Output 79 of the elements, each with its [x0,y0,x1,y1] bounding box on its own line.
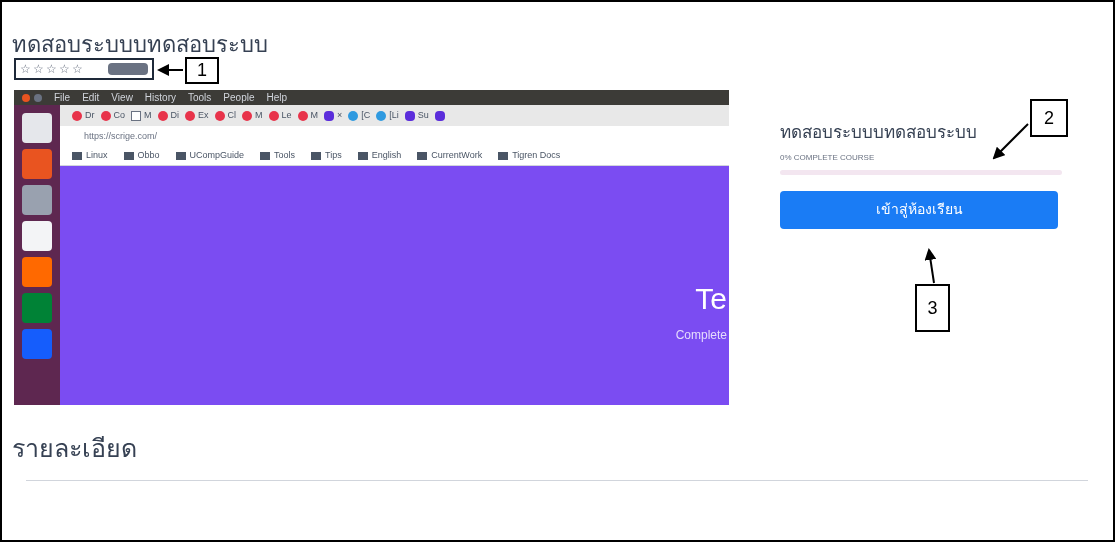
app-icon[interactable] [22,221,52,251]
bookmark[interactable]: English [371,149,402,163]
menu-item[interactable]: File [54,90,71,105]
menu-item[interactable]: People [223,90,255,105]
app-icon[interactable] [22,149,52,179]
tab-icon [100,110,111,121]
browser-tab[interactable]: [C [361,108,371,123]
tab-icon [434,110,445,121]
minimize-icon[interactable] [34,93,42,102]
app-icon[interactable] [22,293,52,323]
callout-arrow [924,248,937,284]
app-icon[interactable] [22,329,52,359]
star-icon: ☆ [46,60,57,78]
browser-tab[interactable]: Cl [227,108,237,123]
bookmark[interactable]: Tools [274,149,296,163]
browser-tab[interactable]: M [144,108,152,123]
bookmark[interactable]: Linux [86,149,108,163]
tab-icon [268,110,279,121]
menu-item[interactable]: View [111,90,133,105]
close-icon[interactable] [22,93,30,102]
star-icon: ☆ [72,60,83,78]
app-icon[interactable] [22,185,52,215]
bookmark[interactable]: Obbo [137,149,160,163]
callout-number: 3 [915,284,950,332]
folder-icon [311,152,322,160]
folder-icon [498,152,509,160]
enter-classroom-button[interactable]: เข้าสู่ห้องเรียน [780,190,1058,229]
browser-tab[interactable]: [Li [389,108,399,123]
folder-icon [72,152,82,160]
bookmark[interactable]: CurrentWork [431,149,483,163]
url-text[interactable]: https://scrige.com/ [84,129,158,144]
menu-item[interactable]: History [144,90,176,105]
page-title: ทดสอบระบบบทดสอบระบบ [12,31,268,59]
hero-text: Te [695,281,727,317]
tab-icon [131,110,141,121]
browser-tab[interactable]: × [337,108,343,123]
app-icon[interactable] [22,257,52,287]
star-icon: ☆ [33,60,44,78]
progress-label: 0% COMPLETE COURSE [780,151,876,164]
tab-icon [348,110,359,121]
folder-icon [417,152,428,160]
browser-tab[interactable]: Di [170,108,179,123]
folder-icon [175,152,186,160]
browser-tab[interactable]: M [310,108,319,123]
tab-icon [214,110,225,121]
bookmark[interactable]: Tips [325,149,342,163]
browser-tab[interactable]: Co [113,108,125,123]
tab-icon [324,110,335,121]
folder-icon [357,152,368,160]
browser-tab[interactable]: Ex [198,108,209,123]
menu-item[interactable]: Tools [188,90,212,105]
folder-icon [123,152,134,160]
details-heading: รายละเอียด [12,433,137,465]
browser-tab[interactable]: Le [281,108,292,123]
callout-number: 1 [185,57,219,84]
browser-tab[interactable]: Dr [85,108,95,123]
rating-badge [108,63,148,75]
tab-icon [185,110,195,121]
callout-number: 2 [1030,99,1068,137]
tab-icon [297,110,308,121]
bookmark[interactable]: Tigren Docs [512,149,561,163]
callout-arrow [992,123,1029,160]
callout-arrow [157,64,184,76]
bookmark[interactable]: UCompGuide [189,149,245,163]
menu-item[interactable]: Edit [82,90,100,105]
app-icon[interactable] [22,113,52,143]
star-icon: ☆ [59,60,70,78]
folder-icon [260,152,271,160]
course-title: ทดสอบระบบบทดสอบระบบ [780,121,977,144]
tab-icon [376,110,387,121]
menu-item[interactable]: Help [266,90,288,105]
tab-icon [404,110,415,121]
browser-tab[interactable]: Su [417,108,429,123]
hero-subtext: Complete [675,327,727,344]
star-icon: ☆ [20,60,31,78]
tab-icon [72,110,82,121]
tab-icon [242,110,253,121]
tab-icon [157,110,168,121]
browser-tab[interactable]: M [255,108,263,123]
